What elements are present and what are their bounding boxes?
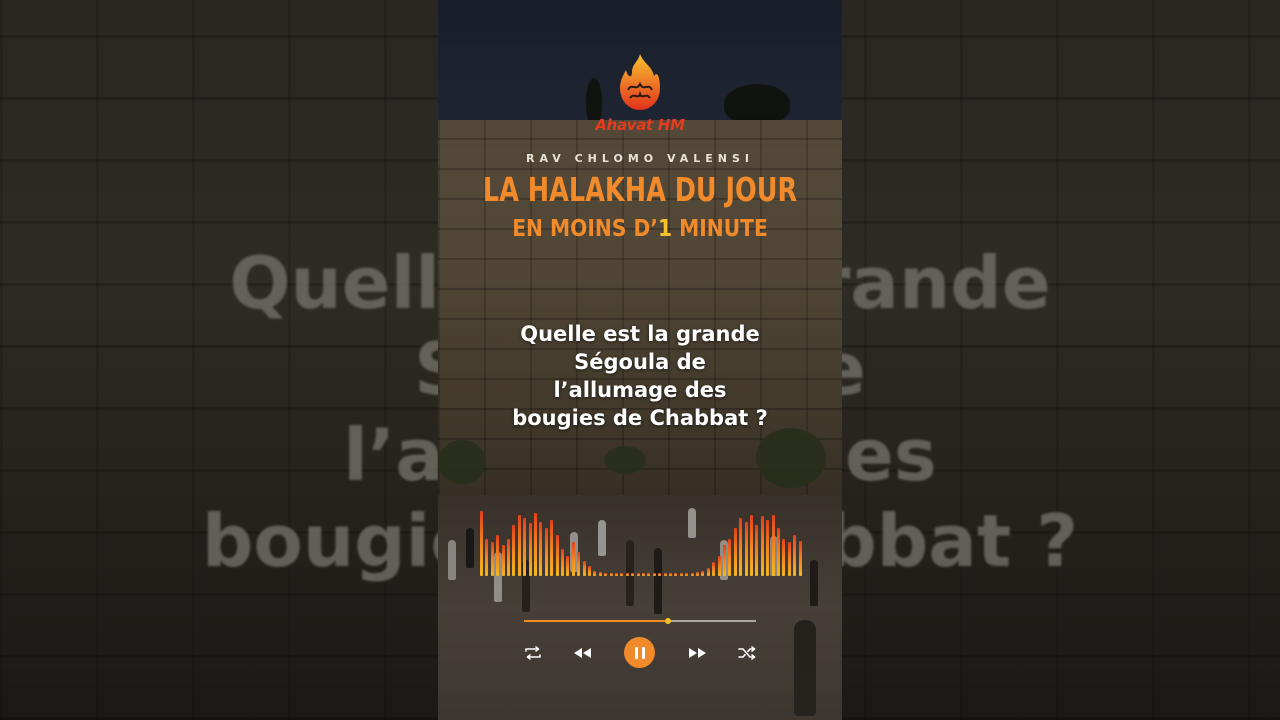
pause-icon <box>634 646 645 659</box>
visualizer-bar <box>625 572 629 576</box>
visualizer-bar <box>798 540 802 576</box>
question-text: Quelle est la grande Ségoula de l’alluma… <box>478 320 802 432</box>
visualizer-bar <box>566 555 570 576</box>
shuffle-icon <box>738 646 756 660</box>
flame-logo-icon <box>620 54 660 110</box>
question-line-2: Ségoula de <box>574 350 706 374</box>
visualizer-bar <box>615 572 618 576</box>
progress-fill <box>524 620 668 622</box>
visualizer-bar <box>652 572 656 576</box>
visualizer-bar <box>636 572 640 576</box>
visualizer-bar <box>593 570 597 576</box>
visualizer-bar <box>771 514 775 576</box>
repeat-button[interactable] <box>520 640 546 666</box>
visualizer-bar <box>517 514 521 576</box>
visualizer-bar <box>609 572 613 576</box>
visualizer-bar <box>620 572 624 576</box>
visualizer-bar <box>712 562 716 576</box>
visualizer-bar <box>669 572 672 576</box>
visualizer-bar <box>793 535 797 576</box>
visualizer-bar <box>577 552 581 576</box>
visualizer-bar <box>598 571 602 576</box>
rewind-button[interactable] <box>569 640 595 666</box>
visualizer-bar <box>760 516 764 576</box>
visualizer-bar <box>658 572 662 576</box>
visualizer-bar <box>561 548 564 576</box>
subtitle-after: MINUTE <box>672 216 768 242</box>
visualizer-bar <box>733 528 737 576</box>
visualizer-bar <box>685 572 689 576</box>
repeat-icon <box>525 646 541 660</box>
visualizer-bar <box>777 528 780 576</box>
brand-name: Ahavat HM <box>595 116 685 134</box>
show-title: LA HALAKHA DU JOUR <box>482 170 798 209</box>
visualizer-bar <box>480 511 483 576</box>
author-name: RAV CHLOMO VALENSI <box>526 152 754 165</box>
visualizer-bar <box>787 542 791 576</box>
visualizer-bar <box>544 528 548 576</box>
visualizer-bar <box>766 520 770 576</box>
visualizer-bar <box>485 538 489 576</box>
visualizer-bar <box>582 561 586 576</box>
brand-logo: Ahavat HM <box>588 52 692 134</box>
shuffle-button[interactable] <box>734 640 760 666</box>
visualizer-bar <box>674 572 678 576</box>
visualizer-bar <box>663 572 667 576</box>
visualizer-bar <box>604 572 608 576</box>
visualizer-bar <box>550 520 554 576</box>
visualizer-bar <box>523 518 527 576</box>
visualizer-bar <box>555 535 559 576</box>
progress-thumb[interactable] <box>664 618 671 624</box>
question-line-1: Quelle est la grande <box>520 322 760 346</box>
fast-forward-icon <box>689 648 706 658</box>
visualizer-bar <box>717 555 721 576</box>
visualizer-bar <box>696 571 699 576</box>
visualizer-bar <box>496 535 500 576</box>
fast-forward-button[interactable] <box>685 640 711 666</box>
show-subtitle: EN MOINS D’1 MINUTE <box>462 216 818 242</box>
visualizer-bar <box>782 538 786 576</box>
visualizer-bar <box>512 525 516 576</box>
visualizer-bar <box>679 572 683 576</box>
audio-visualizer <box>480 508 804 576</box>
visualizer-bar <box>528 523 532 576</box>
rewind-icon <box>574 648 591 658</box>
visualizer-bar <box>706 567 710 576</box>
visualizer-bar <box>744 521 748 576</box>
visualizer-bar <box>647 572 651 576</box>
visualizer-bar <box>723 545 726 576</box>
visualizer-bar <box>750 514 753 576</box>
visualizer-bar <box>755 525 759 576</box>
visualizer-bar <box>490 542 494 576</box>
visualizer-bar <box>534 513 537 576</box>
visualizer-bar <box>588 565 591 576</box>
visualizer-bar <box>728 538 732 576</box>
visualizer-bar <box>701 570 705 576</box>
visualizer-bar <box>501 545 505 576</box>
visualizer-bar <box>642 572 645 576</box>
visualizer-bar <box>539 521 543 576</box>
progress-bar[interactable] <box>524 618 756 624</box>
visualizer-bar <box>571 542 575 576</box>
question-line-3: l’allumage des <box>553 378 727 402</box>
visualizer-bar <box>507 538 510 576</box>
visualizer-bar <box>739 518 743 576</box>
question-line-4: bougies de Chabbat ? <box>512 406 768 430</box>
visualizer-bar <box>631 572 635 576</box>
pause-button[interactable] <box>624 637 655 668</box>
subtitle-before: EN MOINS D’ <box>512 216 658 242</box>
visualizer-bar <box>690 572 694 576</box>
subtitle-number: 1 <box>657 216 673 242</box>
video-frame[interactable]: Ahavat HM RAV CHLOMO VALENSI LA HALAKHA … <box>438 0 842 720</box>
